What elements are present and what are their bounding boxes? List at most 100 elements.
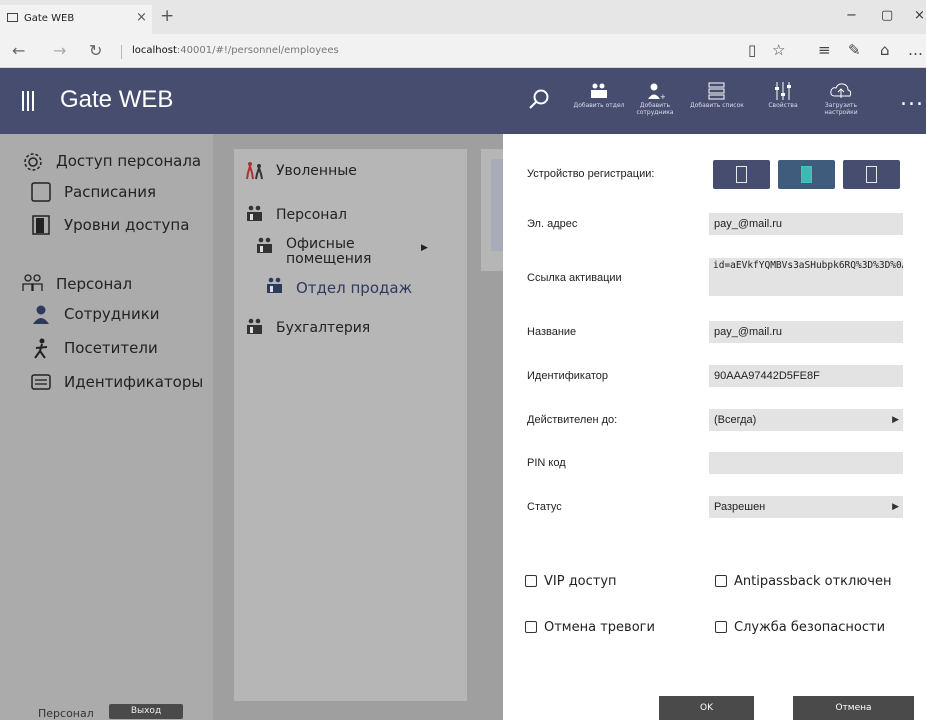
sidebar-item-personnel[interactable]: Персонал: [22, 272, 212, 294]
calendar-icon: [31, 182, 51, 202]
new-tab-icon[interactable]: +: [160, 6, 174, 26]
add-department-label: Добавить отдел: [573, 102, 625, 109]
door-icon: [32, 215, 50, 235]
employee-icon: [33, 305, 49, 324]
browser-tab[interactable]: Gate WEB ×: [0, 5, 152, 34]
sidebar-item-label: Персонал: [56, 275, 133, 293]
cancel-alarm-checkbox[interactable]: Отмена тревоги: [525, 620, 675, 636]
upload-settings-label: Загрузить настройки: [824, 102, 858, 116]
pin-field[interactable]: [709, 452, 903, 474]
hamburger-menu-icon[interactable]: [22, 91, 36, 111]
url-field[interactable]: localhost:40001/#!/personnel/employees: [121, 45, 339, 59]
add-department-button[interactable]: Добавить отдел: [571, 76, 627, 130]
dropdown-arrow-icon: ▶: [892, 414, 899, 424]
maximize-icon[interactable]: ▢: [881, 8, 893, 23]
properties-icon: [775, 82, 791, 100]
visitor-icon: [34, 338, 48, 359]
upload-settings-icon: [830, 83, 852, 98]
sidebar-item-visitors[interactable]: Посетители: [30, 338, 210, 360]
add-list-label: Добавить список: [690, 102, 744, 109]
sidebar-item-label: Посетители: [64, 339, 158, 357]
add-list-icon: [708, 82, 725, 100]
sidebar-item-label: Сотрудники: [64, 305, 160, 323]
gear-icon: [24, 153, 42, 171]
checkbox-label: Служба безопасности: [734, 620, 886, 635]
content-panel-edge: [481, 149, 503, 271]
valid-until-label: Действителен до:: [527, 414, 618, 426]
web-note-icon[interactable]: ✎: [848, 41, 861, 59]
group-icon: [257, 237, 272, 253]
refresh-icon[interactable]: ↻: [89, 41, 102, 60]
activation-link-label: Ссылка активации: [527, 272, 622, 284]
app-title: Gate WEB: [60, 86, 174, 113]
sidebar-item-personnel-access[interactable]: Доступ персонала: [22, 151, 212, 173]
url-host: localhost: [132, 45, 177, 56]
pin-label: PIN код: [527, 457, 566, 469]
fired-icon: [246, 162, 263, 180]
valid-until-select[interactable]: (Всегда) ▶: [709, 409, 903, 431]
tree-item-accounting[interactable]: Бухгалтерия: [245, 318, 445, 340]
checkbox-label: Antipassback отключен: [734, 574, 892, 589]
share-icon[interactable]: ⌂: [880, 41, 890, 59]
middle-area: Уволенные Персонал Офисные помещения ▶ О…: [213, 134, 503, 720]
device-button-2[interactable]: [778, 160, 835, 189]
properties-button[interactable]: Свойства: [755, 76, 811, 130]
security-service-checkbox[interactable]: Служба безопасности: [715, 620, 915, 636]
checkbox-label: VIP доступ: [544, 574, 617, 589]
device-button-3[interactable]: [843, 160, 900, 189]
activation-link-field[interactable]: id=aEVkfYQMBVs3aSHubpk6RQ%3D%3D%0A: [709, 258, 903, 296]
exit-button[interactable]: Выход: [109, 704, 183, 719]
tree-item-personnel[interactable]: Персонал: [245, 205, 445, 227]
email-field[interactable]: pay_@mail.ru: [709, 213, 903, 235]
add-employee-button[interactable]: + Добавить сотрудника: [627, 76, 683, 130]
favorite-star-icon[interactable]: ☆: [772, 41, 785, 59]
current-section-label: Персонал: [38, 707, 94, 720]
cancel-button[interactable]: Отмена: [793, 696, 914, 720]
url-path: :40001/#!/personnel/employees: [176, 45, 339, 56]
forward-icon[interactable]: →: [53, 41, 66, 60]
window-close-icon[interactable]: ×: [914, 8, 925, 23]
tree-item-label: Бухгалтерия: [276, 320, 371, 336]
device-label: Устройство регистрации:: [527, 168, 655, 180]
identifier-dialog: Устройство регистрации: Эл. адрес pay_@m…: [503, 134, 926, 720]
tree-item-sales-department[interactable]: Отдел продаж: [265, 277, 445, 299]
checkbox-box: [715, 621, 727, 633]
tree-item-fired[interactable]: Уволенные: [245, 161, 445, 183]
identifier-label: Идентификатор: [527, 370, 608, 382]
upload-settings-button[interactable]: Загрузить настройки: [813, 76, 869, 130]
more-options-icon[interactable]: ...: [900, 86, 924, 111]
sidebar-item-identifiers[interactable]: Идентификаторы: [30, 371, 210, 393]
checkbox-box: [525, 575, 537, 587]
search-icon[interactable]: [528, 88, 550, 110]
hub-icon[interactable]: ≡: [818, 41, 831, 59]
tree-item-office-rooms[interactable]: Офисные помещения ▶: [255, 237, 435, 273]
sidebar-item-employees[interactable]: Сотрудники: [30, 304, 210, 326]
svg-text:+: +: [660, 93, 665, 100]
tab-close-icon[interactable]: ×: [136, 10, 147, 25]
minimize-icon[interactable]: −: [846, 8, 857, 23]
vip-access-checkbox[interactable]: VIP доступ: [525, 574, 655, 590]
tree-item-label: Отдел продаж: [296, 279, 413, 297]
dropdown-arrow-icon: ▶: [892, 501, 899, 511]
status-select[interactable]: Разрешен ▶: [709, 496, 903, 518]
browser-more-icon[interactable]: …: [908, 41, 923, 59]
people-icon: [22, 274, 43, 291]
add-list-button[interactable]: Добавить список: [689, 76, 745, 130]
name-field[interactable]: pay_@mail.ru: [709, 321, 903, 343]
sidebar-item-label: Уровни доступа: [64, 216, 190, 234]
device-icon: [736, 166, 747, 183]
browser-tabbar: Gate WEB × + − ▢ ×: [0, 0, 926, 34]
expand-arrow-icon[interactable]: ▶: [421, 243, 428, 253]
device-button-1[interactable]: [713, 160, 770, 189]
back-icon[interactable]: ←: [12, 41, 25, 60]
name-label: Название: [527, 326, 577, 338]
add-department-icon: [591, 83, 607, 98]
antipassback-checkbox[interactable]: Antipassback отключен: [715, 574, 915, 590]
ok-button[interactable]: OK: [659, 696, 754, 720]
reading-view-icon[interactable]: ▯: [748, 41, 756, 59]
identifier-field[interactable]: 90AAA97442D5FE8F: [709, 365, 903, 387]
status-value: Разрешен: [714, 501, 766, 513]
sidebar-item-schedules[interactable]: Расписания: [30, 181, 210, 203]
add-employee-label: Добавить сотрудника: [636, 102, 674, 116]
sidebar-item-access-levels[interactable]: Уровни доступа: [30, 214, 210, 236]
